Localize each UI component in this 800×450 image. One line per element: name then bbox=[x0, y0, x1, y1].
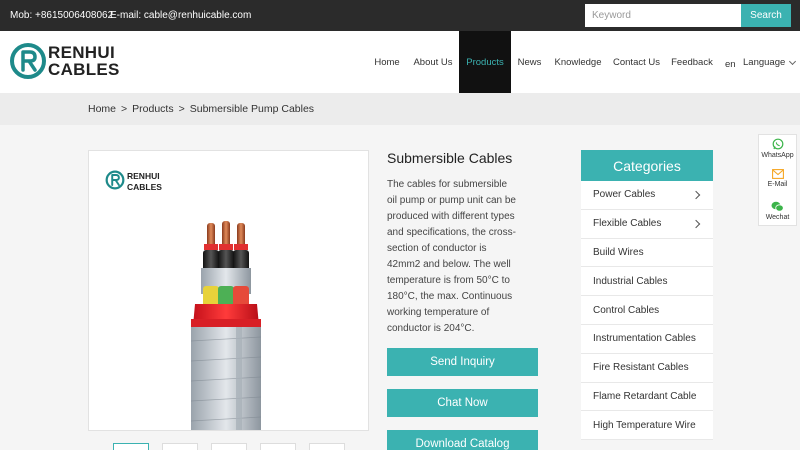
breadcrumb-products[interactable]: Products bbox=[132, 103, 173, 115]
breadcrumb-separator: > bbox=[178, 103, 185, 115]
nav-about-us[interactable]: About Us bbox=[411, 31, 455, 93]
chat-now-button[interactable]: Chat Now bbox=[387, 389, 538, 417]
logo-mark-icon bbox=[10, 43, 46, 79]
category-industrial-cables[interactable]: Industrial Cables bbox=[581, 267, 713, 297]
category-fire-resistant-cables[interactable]: Fire Resistant Cables bbox=[581, 353, 713, 383]
email-link[interactable]: E-Mail bbox=[759, 169, 796, 188]
category-build-wires[interactable]: Build Wires bbox=[581, 238, 713, 268]
breadcrumb-separator: > bbox=[121, 103, 128, 115]
wechat-label: Wechat bbox=[765, 214, 790, 221]
nav-products[interactable]: Products bbox=[459, 31, 511, 93]
language-selector[interactable]: Language bbox=[743, 57, 797, 68]
whatsapp-icon bbox=[772, 138, 783, 150]
category-label: Flexible Cables bbox=[593, 218, 662, 230]
mobile-number: Mob: +8615006408062 bbox=[10, 10, 114, 21]
logo-text: RENHUI CABLES bbox=[48, 44, 120, 78]
category-label: Power Cables bbox=[593, 189, 656, 201]
header: RENHUI CABLES Home About Us Products New… bbox=[0, 31, 800, 93]
thumbnail[interactable] bbox=[211, 443, 247, 450]
nav-feedback[interactable]: Feedback bbox=[669, 31, 715, 93]
category-label: Fire Resistant Cables bbox=[593, 362, 689, 374]
category-label: High Temperature Wire bbox=[593, 419, 696, 431]
thumbnail-strip bbox=[113, 443, 345, 450]
logo-line-2: CABLES bbox=[48, 60, 120, 79]
nav-knowledge[interactable]: Knowledge bbox=[551, 31, 605, 93]
download-catalog-button[interactable]: Download Catalog bbox=[387, 430, 538, 450]
search-button[interactable]: Search bbox=[741, 4, 791, 27]
thumbnail[interactable] bbox=[162, 443, 198, 450]
site-logo[interactable]: RENHUI CABLES bbox=[10, 42, 120, 84]
wechat-link[interactable]: Wechat bbox=[759, 201, 796, 221]
floating-contact-bar: WhatsApp E-Mail Wechat bbox=[758, 134, 797, 226]
category-label: Build Wires bbox=[593, 246, 644, 258]
whatsapp-label: WhatsApp bbox=[761, 152, 794, 159]
nav-news[interactable]: News bbox=[513, 31, 546, 93]
category-label: Flame Retardant Cable bbox=[593, 390, 697, 402]
whatsapp-link[interactable]: WhatsApp bbox=[759, 138, 796, 159]
category-power-cables[interactable]: Power Cables bbox=[581, 181, 713, 210]
cable-illustration bbox=[190, 221, 262, 430]
breadcrumb-current: Submersible Pump Cables bbox=[189, 103, 315, 115]
email-address[interactable]: E-mail: cable@renhuicable.com bbox=[110, 10, 251, 21]
category-flexible-cables[interactable]: Flexible Cables bbox=[581, 209, 713, 239]
top-bar: Mob: +8615006408062 E-mail: cable@renhui… bbox=[0, 0, 800, 31]
product-title: Submersible Cables bbox=[387, 150, 513, 166]
nav-contact-us[interactable]: Contact Us bbox=[611, 31, 662, 93]
category-high-temperature-wire[interactable]: High Temperature Wire bbox=[581, 411, 713, 441]
chevron-down-icon bbox=[789, 57, 797, 65]
send-inquiry-button[interactable]: Send Inquiry bbox=[387, 348, 538, 376]
breadcrumb-home[interactable]: Home bbox=[88, 103, 116, 115]
chevron-right-icon[interactable] bbox=[691, 190, 701, 200]
breadcrumb-bar: Home > Products > Submersible Pump Cable… bbox=[0, 93, 800, 125]
breadcrumb: Home > Products > Submersible Pump Cable… bbox=[88, 103, 314, 115]
logo-line-1: RENHUI bbox=[48, 43, 115, 62]
mail-icon bbox=[771, 169, 784, 179]
search-input[interactable] bbox=[585, 4, 741, 27]
category-instrumentation-cables[interactable]: Instrumentation Cables bbox=[581, 324, 713, 354]
category-label: Control Cables bbox=[593, 304, 660, 316]
language-code: en bbox=[725, 59, 736, 70]
chevron-right-icon[interactable] bbox=[691, 219, 701, 229]
thumbnail[interactable] bbox=[260, 443, 296, 450]
wechat-icon bbox=[771, 201, 784, 212]
thumbnail[interactable] bbox=[113, 443, 149, 450]
product-image[interactable]: RENHUI CABLES bbox=[88, 150, 369, 431]
thumbnail[interactable] bbox=[309, 443, 345, 450]
nav-home[interactable]: Home bbox=[366, 31, 408, 93]
email-label: E-Mail bbox=[767, 181, 788, 188]
product-description: The cables for submersible oil pump or p… bbox=[387, 179, 516, 334]
categories-list: Power Cables Flexible Cables Build Wires… bbox=[581, 181, 713, 441]
category-flame-retardant-cable[interactable]: Flame Retardant Cable bbox=[581, 382, 713, 412]
category-label: Industrial Cables bbox=[593, 275, 668, 287]
language-label: Language bbox=[743, 57, 786, 68]
categories-heading: Categories bbox=[581, 150, 713, 181]
category-label: Instrumentation Cables bbox=[593, 333, 696, 345]
category-control-cables[interactable]: Control Cables bbox=[581, 296, 713, 325]
